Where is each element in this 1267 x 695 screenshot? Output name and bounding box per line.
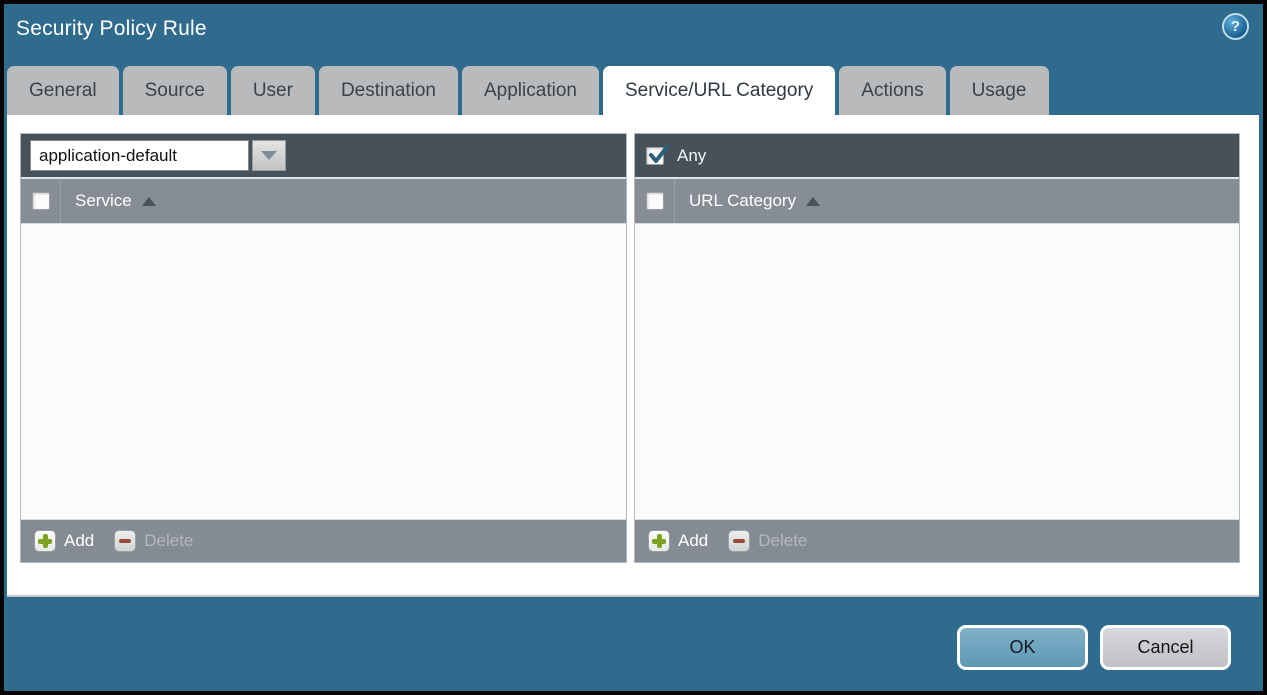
- tab-source[interactable]: Source: [122, 66, 227, 115]
- tab-user[interactable]: User: [230, 66, 315, 115]
- service-select-all-checkbox[interactable]: [31, 192, 50, 210]
- url-category-column-label: URL Category: [689, 191, 797, 210]
- url-any-row: Any: [644, 144, 707, 166]
- security-policy-rule-dialog: Security Policy Rule ? General Source Us…: [0, 0, 1267, 695]
- dialog-title: Security Policy Rule: [16, 17, 207, 40]
- plus-icon: [34, 530, 56, 552]
- url-category-column-header[interactable]: URL Category: [675, 191, 821, 211]
- tab-service-url-category[interactable]: Service/URL Category: [602, 66, 836, 115]
- url-select-all-checkbox[interactable]: [645, 192, 664, 210]
- url-category-grid-header: URL Category: [635, 179, 1239, 224]
- service-select-all-cell: [21, 179, 61, 223]
- tab-bar: General Source User Destination Applicat…: [7, 66, 1049, 115]
- url-category-toolbar: Any: [635, 134, 1239, 179]
- service-toolbar: application-default: [21, 134, 626, 179]
- minus-icon: [728, 530, 751, 552]
- url-any-label: Any: [677, 145, 707, 165]
- tab-application[interactable]: Application: [462, 66, 599, 115]
- url-any-checkbox[interactable]: [646, 144, 669, 165]
- tab-actions[interactable]: Actions: [839, 66, 946, 115]
- chevron-down-icon: [261, 151, 277, 160]
- service-type-dropdown-button[interactable]: [252, 140, 286, 171]
- ok-button[interactable]: OK: [957, 625, 1088, 670]
- minus-icon: [114, 530, 137, 552]
- tab-usage[interactable]: Usage: [949, 66, 1049, 115]
- cancel-button[interactable]: Cancel: [1100, 625, 1231, 670]
- service-delete-button[interactable]: Delete: [114, 530, 193, 552]
- service-column-header[interactable]: Service: [61, 191, 156, 211]
- service-list: [21, 224, 626, 519]
- checkmark-icon: [649, 144, 669, 163]
- service-column-label: Service: [75, 191, 132, 210]
- service-add-button[interactable]: Add: [34, 530, 94, 552]
- service-type-dropdown[interactable]: application-default: [30, 140, 286, 171]
- tab-destination[interactable]: Destination: [318, 66, 458, 115]
- url-delete-label: Delete: [758, 531, 808, 550]
- service-actionbar: Add Delete: [21, 519, 626, 562]
- service-add-label: Add: [64, 531, 95, 550]
- tab-general[interactable]: General: [7, 66, 119, 115]
- url-add-label: Add: [678, 531, 709, 550]
- service-panel: application-default Service Add Delete: [20, 133, 627, 563]
- url-delete-button[interactable]: Delete: [728, 530, 807, 552]
- service-grid-header: Service: [21, 179, 626, 224]
- service-delete-label: Delete: [144, 531, 194, 550]
- service-type-value[interactable]: application-default: [30, 140, 249, 171]
- url-select-all-cell: [635, 179, 675, 223]
- url-category-list: [635, 224, 1239, 519]
- sort-ascending-icon: [141, 196, 156, 206]
- url-category-actionbar: Add Delete: [635, 519, 1239, 562]
- url-category-panel: Any URL Category Add Delete: [634, 133, 1240, 563]
- plus-icon: [648, 530, 670, 552]
- url-add-button[interactable]: Add: [648, 530, 708, 552]
- help-icon[interactable]: ?: [1222, 13, 1249, 40]
- sort-ascending-icon: [806, 196, 821, 206]
- tab-content-area: application-default Service Add Delete A…: [7, 115, 1259, 597]
